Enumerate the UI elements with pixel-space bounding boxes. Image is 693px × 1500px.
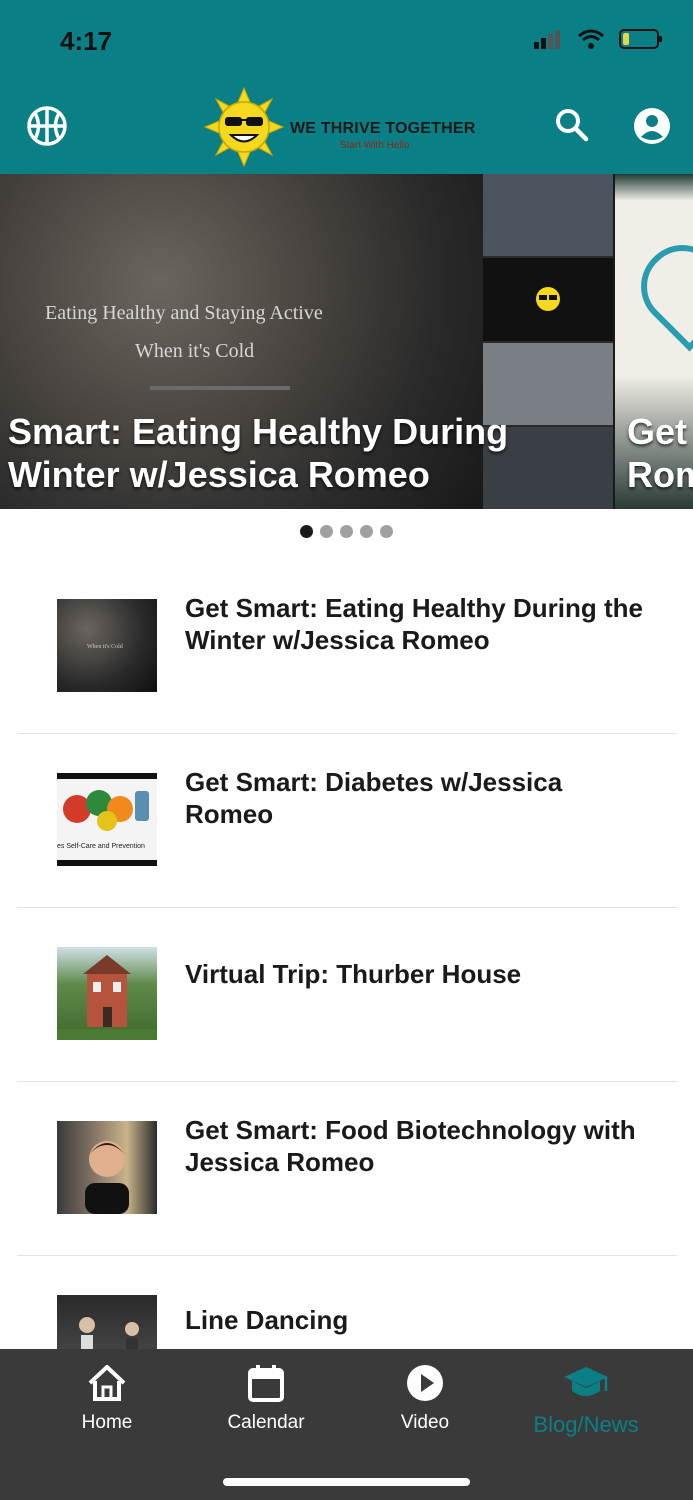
participant-tile xyxy=(483,174,613,257)
status-time: 4:17 xyxy=(60,26,113,56)
carousel-pagination[interactable] xyxy=(0,525,693,538)
tab-video[interactable]: Video xyxy=(355,1363,495,1434)
heart-graphic xyxy=(624,228,693,352)
account-icon[interactable] xyxy=(633,107,671,145)
tab-label: Blog/News xyxy=(533,1412,639,1437)
featured-carousel[interactable]: Eating Healthy and Staying Active When i… xyxy=(0,174,693,509)
graduation-cap-icon xyxy=(564,1367,608,1396)
carousel-slide[interactable]: Eating Healthy and Staying Active When i… xyxy=(0,174,613,509)
list-item[interactable]: Virtual Trip: Thurber House xyxy=(17,908,677,1082)
post-title: Line Dancing xyxy=(185,1305,349,1335)
list-item[interactable]: When it's Cold Get Smart: Eating Healthy… xyxy=(17,560,677,734)
home-indicator[interactable] xyxy=(223,1478,470,1486)
brand-tagline: Start With Hello xyxy=(340,140,410,151)
thumbnail-caption: When it's Cold xyxy=(87,644,123,650)
play-circle-icon xyxy=(407,1365,443,1401)
slide-caption: Smart: Eating Healthy During Winter w/Je… xyxy=(8,411,509,495)
status-icons xyxy=(533,28,663,50)
search-icon[interactable] xyxy=(555,108,589,142)
person-image-icon xyxy=(85,1141,129,1214)
slide-caption: Get Rom xyxy=(627,411,693,495)
post-thumbnail: es Self-Care and Prevention xyxy=(57,773,157,866)
post-title: Get Smart: Eating Healthy During the Win… xyxy=(185,593,643,655)
home-icon xyxy=(88,1365,126,1401)
status-bar: 4:17 xyxy=(0,0,693,80)
list-item[interactable]: Get Smart: Food Biotechnology with Jessi… xyxy=(17,1082,677,1256)
fruit-image-icon xyxy=(63,790,149,831)
tab-blog-news[interactable]: Blog/News xyxy=(516,1363,656,1438)
slide-divider xyxy=(150,386,290,390)
sun-mascot-icon xyxy=(203,86,285,168)
battery-icon xyxy=(619,29,662,49)
signal-icon xyxy=(534,30,560,49)
house-image-icon xyxy=(57,955,157,1040)
carousel-slide-next[interactable]: Get Rom xyxy=(615,174,693,509)
pagination-dot[interactable] xyxy=(300,525,313,538)
tab-label: Video xyxy=(400,1412,450,1433)
thumbnail-caption: es Self-Care and Prevention xyxy=(57,843,145,850)
tab-calendar[interactable]: Calendar xyxy=(196,1363,336,1434)
post-title: Get Smart: Food Biotechnology with Jessi… xyxy=(185,1115,636,1177)
slide-inner-subtitle: When it's Cold xyxy=(135,340,255,362)
brand-logo[interactable]: WE THRIVE TOGETHER Start With Hello xyxy=(203,86,503,168)
slide-inner-title: Eating Healthy and Staying Active xyxy=(45,302,323,324)
post-thumbnail xyxy=(57,1121,157,1214)
pagination-dot[interactable] xyxy=(340,525,353,538)
tab-label: Calendar xyxy=(227,1412,305,1433)
post-title: Virtual Trip: Thurber House xyxy=(185,959,522,989)
tab-home[interactable]: Home xyxy=(37,1363,177,1434)
participant-tile xyxy=(483,258,613,341)
post-thumbnail: When it's Cold xyxy=(57,599,157,692)
calendar-icon xyxy=(248,1365,284,1402)
post-thumbnail xyxy=(57,947,157,1040)
brand-title: WE THRIVE TOGETHER xyxy=(290,120,476,137)
pagination-dot[interactable] xyxy=(320,525,333,538)
list-item[interactable]: es Self-Care and Prevention Get Smart: D… xyxy=(17,734,677,908)
post-title: Get Smart: Diabetes w/Jessica Romeo xyxy=(185,767,563,829)
wifi-icon xyxy=(578,29,604,49)
sun-mascot-icon xyxy=(536,287,560,312)
app-header: WE THRIVE TOGETHER Start With Hello xyxy=(0,80,693,174)
tab-label: Home xyxy=(81,1412,133,1433)
pagination-dot[interactable] xyxy=(380,525,393,538)
pagination-dot[interactable] xyxy=(360,525,373,538)
basketball-icon[interactable] xyxy=(26,105,68,147)
post-list: When it's Cold Get Smart: Eating Healthy… xyxy=(17,560,677,1429)
